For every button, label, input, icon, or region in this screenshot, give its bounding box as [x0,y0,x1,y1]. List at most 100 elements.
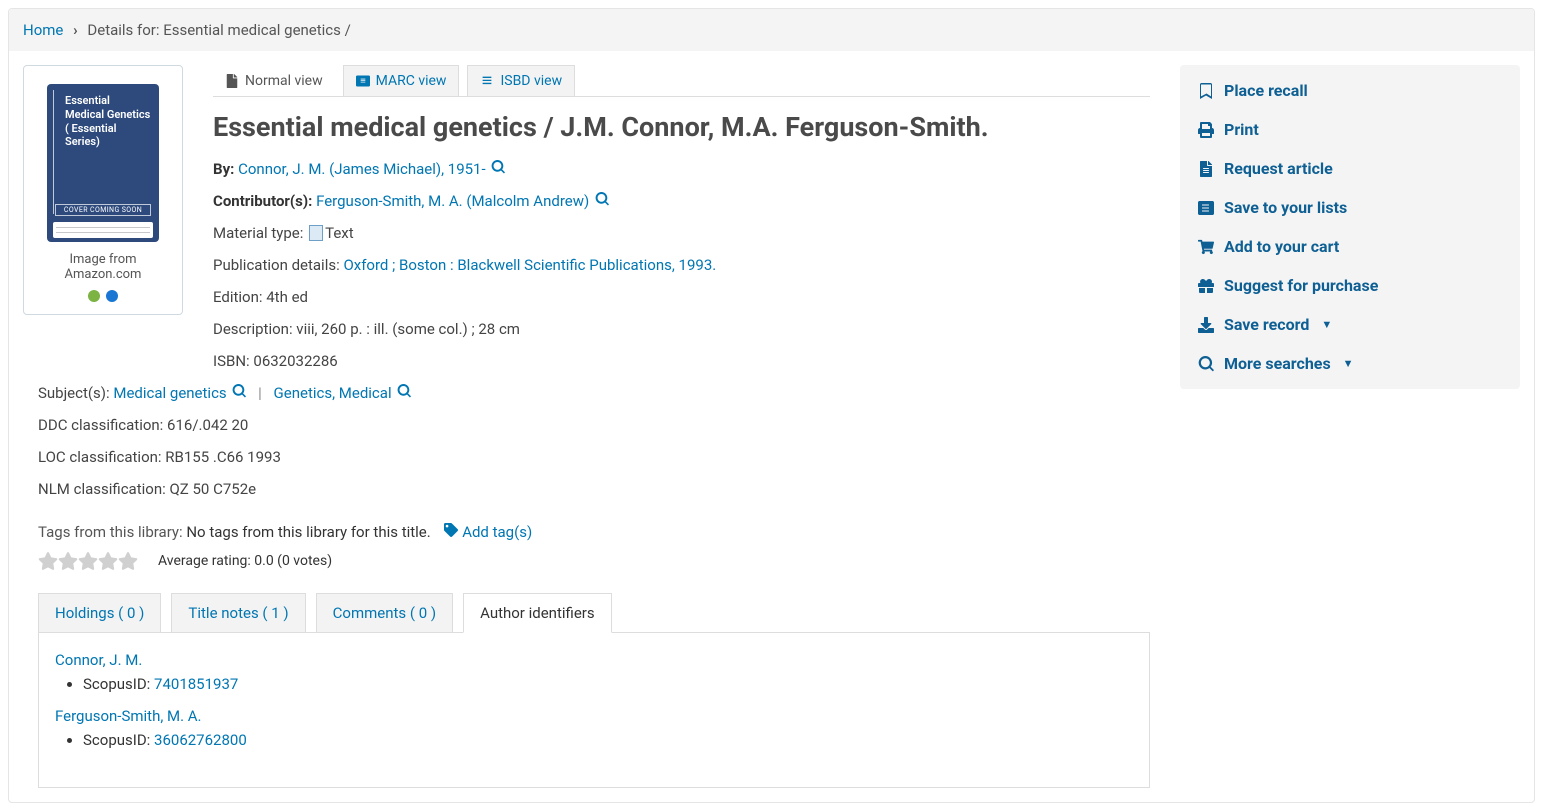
nlm-line: NLM classification: QZ 50 C752e [38,477,1150,501]
isbn-line: ISBN: 0632032286 [213,349,1150,373]
add-tags-link[interactable]: Add tag(s) [444,523,532,541]
ddc-value: 616/.042 20 [167,416,248,434]
add-tags-label: Add tag(s) [462,523,532,541]
action-add-cart[interactable]: Add to your cart [1180,227,1520,266]
star-icon[interactable] [58,551,78,571]
action-more-searches-label: More searches [1224,354,1331,373]
view-tabs: Normal view MARC view ISBD view [213,65,1150,97]
action-save-record[interactable]: Save record ▼ [1180,305,1520,344]
description-value: viii, 260 p. : ill. (some col.) ; 28 cm [296,320,520,338]
author-2-link[interactable]: Ferguson-Smith, M. A. [55,707,202,725]
view-tab-isbd[interactable]: ISBD view [467,65,575,96]
tab-panel-author-identifiers: Connor, J. M. ScopusID: 7401851937 Fergu… [38,633,1150,788]
chevron-down-icon: ▼ [1343,357,1354,370]
tab-holdings[interactable]: Holdings ( 0 ) [38,593,161,632]
contributors-line: Contributor(s): Ferguson-Smith, M. A. (M… [213,189,1150,213]
bookmark-icon [1198,83,1214,99]
material-type-label: Material type: [213,224,307,242]
isbn-value: 0632032286 [253,352,337,370]
author-1-link[interactable]: Connor, J. M. [55,651,142,669]
star-rating[interactable] [38,551,138,571]
card-icon [356,74,370,88]
search-icon[interactable] [595,192,609,210]
pub-year-link[interactable]: 1993. [679,256,717,274]
scopus-label: ScopusID: [83,731,154,749]
tab-author-identifiers[interactable]: Author identifiers [463,593,612,633]
subject-separator: | [258,384,262,402]
action-save-record-label: Save record [1224,315,1309,334]
page-title: Essential medical genetics / J.M. Connor… [213,111,1150,145]
view-tab-isbd-label: ISBD view [500,73,562,89]
search-icon [1198,356,1214,372]
contrib-label: Contributor(s): [213,192,312,210]
action-place-recall[interactable]: Place recall [1180,71,1520,110]
star-icon[interactable] [38,551,58,571]
loc-label: LOC classification: [38,448,165,466]
action-print-label: Print [1224,120,1259,139]
edition-value: 4th ed [266,288,308,306]
gift-icon [1198,278,1214,294]
action-save-lists-label: Save to your lists [1224,198,1347,217]
tab-title-notes[interactable]: Title notes ( 1 ) [171,593,305,632]
action-print[interactable]: Print [1180,110,1520,149]
pub-place-link[interactable]: Oxford ; Boston : [343,256,457,274]
ddc-label: DDC classification: [38,416,167,434]
author-1-scopus-row: ScopusID: 7401851937 [83,675,1133,693]
ddc-line: DDC classification: 616/.042 20 [38,413,1150,437]
description-line: Description: viii, 260 p. : ill. (some c… [213,317,1150,341]
subject-2-link[interactable]: Genetics, Medical [274,384,392,402]
breadcrumb-home[interactable]: Home [23,21,63,39]
search-icon[interactable] [232,384,250,402]
tab-comments[interactable]: Comments ( 0 ) [316,593,453,632]
view-tab-normal-label: Normal view [245,73,323,89]
star-icon[interactable] [118,551,138,571]
subjects-label: Subject(s): [38,384,113,402]
material-type-value: Text [325,224,354,242]
cover-title-text: Essential Medical Genetics ( Essential S… [65,94,151,149]
action-request-article[interactable]: Request article [1180,149,1520,188]
author-1-scopus-link[interactable]: 7401851937 [154,675,238,693]
material-type-line: Material type: Text [213,221,1150,245]
tag-icon [444,523,458,537]
view-tab-marc-label: MARC view [376,73,447,89]
breadcrumb-details-title: Essential medical genetics / [163,21,351,39]
subjects-line: Subject(s): Medical genetics | Genetics,… [38,381,1150,405]
contributor-link[interactable]: Ferguson-Smith, M. A. (Malcolm Andrew) [316,192,589,210]
list-icon [480,74,494,88]
actions-sidebar: Place recall Print Request article Save … [1180,65,1520,389]
action-save-lists[interactable]: Save to your lists [1180,188,1520,227]
nlm-value: QZ 50 C752e [169,480,256,498]
subject-1-link[interactable]: Medical genetics [113,384,226,402]
carousel-dot-2[interactable] [106,290,118,302]
action-request-article-label: Request article [1224,159,1333,178]
action-suggest-purchase[interactable]: Suggest for purchase [1180,266,1520,305]
action-place-recall-label: Place recall [1224,81,1308,100]
cover-image: Essential Medical Genetics ( Essential S… [47,84,159,242]
tags-label: Tags from this library: [38,523,186,541]
loc-line: LOC classification: RB155 .C66 1993 [38,445,1150,469]
by-author-link[interactable]: Connor, J. M. (James Michael), 1951- [238,160,486,178]
edition-line: Edition: 4th ed [213,285,1150,309]
cover-box: Essential Medical Genetics ( Essential S… [23,65,183,315]
search-icon[interactable] [397,384,411,402]
author-2-scopus-link[interactable]: 36062762800 [154,731,247,749]
cart-icon [1198,239,1214,255]
file-icon [1198,161,1214,177]
view-tab-marc[interactable]: MARC view [343,65,460,96]
chevron-down-icon: ▼ [1321,318,1332,331]
by-label: By: [213,160,234,178]
star-icon[interactable] [98,551,118,571]
pub-publisher-link[interactable]: Blackwell Scientific Publications, [457,256,678,274]
carousel-dot-1[interactable] [88,290,100,302]
star-icon[interactable] [78,551,98,571]
action-suggest-purchase-label: Suggest for purchase [1224,276,1378,295]
loc-value: RB155 .C66 1993 [165,448,281,466]
pubdetails-label: Publication details: [213,256,343,274]
search-icon[interactable] [491,160,505,178]
download-icon [1198,317,1214,333]
cover-coming-soon: COVER COMING SOON [55,204,151,216]
action-more-searches[interactable]: More searches ▼ [1180,344,1520,383]
file-icon [225,74,239,88]
scopus-label: ScopusID: [83,675,154,693]
rating-text: Average rating: 0.0 (0 votes) [158,553,332,569]
